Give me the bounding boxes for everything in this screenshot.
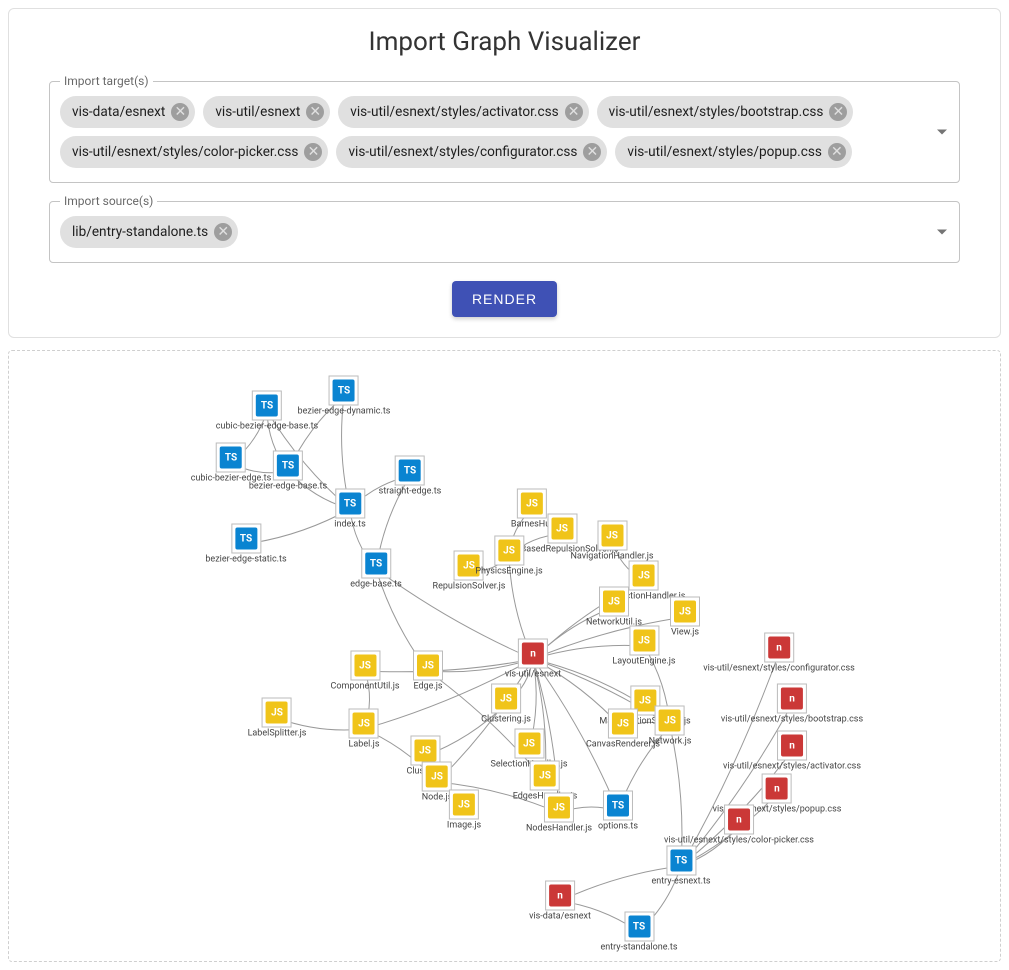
targets-legend: Import target(s) bbox=[60, 74, 153, 88]
chip[interactable]: vis-util/esnext/styles/color-picker.css ✕ bbox=[60, 136, 328, 168]
graph-edge bbox=[231, 463, 288, 473]
control-card: Import Graph Visualizer Import target(s)… bbox=[8, 8, 1001, 338]
graph-edge bbox=[277, 718, 364, 730]
graph-edge bbox=[681, 825, 739, 866]
graph-edge bbox=[376, 569, 533, 659]
close-icon[interactable]: ✕ bbox=[171, 103, 189, 121]
graph-edge bbox=[350, 509, 376, 569]
graph-edge bbox=[437, 782, 464, 810]
graph-edge bbox=[509, 556, 533, 659]
graph-edge bbox=[437, 659, 533, 782]
graph-edge bbox=[509, 534, 562, 556]
graph-edge bbox=[425, 704, 506, 756]
graph-edge bbox=[231, 411, 267, 463]
chip-label: vis-util/esnext/styles/activator.css bbox=[350, 104, 558, 120]
graph-canvas: TScubic-bezier-edge-base.tsTSbezier-edge… bbox=[9, 351, 1000, 961]
graph-edge bbox=[288, 396, 344, 471]
graph-edge bbox=[288, 471, 350, 509]
chip[interactable]: lib/entry-standalone.ts ✕ bbox=[60, 216, 238, 248]
graph-edge bbox=[376, 569, 428, 671]
graph-edge bbox=[267, 411, 288, 471]
graph-edge bbox=[364, 671, 370, 729]
sources-field[interactable]: Import source(s) lib/entry-standalone.ts… bbox=[49, 201, 960, 263]
graph-edge bbox=[639, 866, 681, 932]
graph-edge bbox=[623, 722, 670, 729]
render-button[interactable]: RENDER bbox=[452, 281, 557, 317]
chip[interactable]: vis-util/esnext/styles/activator.css ✕ bbox=[338, 96, 588, 128]
chip-label: vis-util/esnext/styles/color-picker.css bbox=[72, 144, 298, 160]
chip-label: vis-util/esnext bbox=[215, 104, 300, 120]
chip-label: vis-util/esnext/styles/configurator.css bbox=[348, 144, 577, 160]
page-title: Import Graph Visualizer bbox=[49, 27, 960, 57]
chevron-down-icon[interactable] bbox=[937, 130, 947, 135]
chip[interactable]: vis-util/esnext ✕ bbox=[203, 96, 330, 128]
chip[interactable]: vis-util/esnext/styles/popup.css ✕ bbox=[615, 136, 851, 168]
chip-label: vis-util/esnext/styles/bootstrap.css bbox=[609, 104, 824, 120]
graph-edge bbox=[376, 476, 410, 569]
graph-edge bbox=[533, 659, 670, 726]
close-icon[interactable]: ✕ bbox=[214, 223, 232, 241]
graph-edge bbox=[560, 901, 639, 932]
graph-edge bbox=[644, 646, 670, 726]
graph-edge bbox=[559, 807, 618, 813]
graph-edge bbox=[612, 541, 644, 581]
graph-edge bbox=[428, 659, 533, 672]
graph-edge bbox=[469, 556, 509, 571]
close-icon[interactable]: ✕ bbox=[565, 103, 583, 121]
targets-chips: vis-data/esnext✕vis-util/esnext✕vis-util… bbox=[60, 96, 925, 168]
graph-edge bbox=[560, 866, 681, 901]
graph-edge bbox=[533, 607, 614, 659]
graph-edge bbox=[529, 659, 536, 749]
chip[interactable]: vis-util/esnext/styles/configurator.css ✕ bbox=[336, 136, 607, 168]
sources-legend: Import source(s) bbox=[60, 194, 157, 208]
graph-edge bbox=[533, 659, 618, 811]
graph-edge bbox=[437, 782, 559, 813]
graph-edge bbox=[670, 726, 682, 866]
chip[interactable]: vis-util/esnext/styles/bootstrap.css ✕ bbox=[597, 96, 854, 128]
close-icon[interactable]: ✕ bbox=[304, 143, 322, 161]
chip-label: lib/entry-standalone.ts bbox=[72, 224, 208, 240]
graph-edge bbox=[618, 726, 670, 811]
graph-edge bbox=[681, 751, 792, 866]
graph-edge bbox=[364, 659, 533, 729]
graph-edge bbox=[267, 411, 350, 509]
sources-chips: lib/entry-standalone.ts ✕ bbox=[60, 216, 925, 248]
close-icon[interactable]: ✕ bbox=[583, 143, 601, 161]
graph-edge bbox=[533, 659, 559, 813]
graph-edge bbox=[681, 653, 779, 866]
close-icon[interactable]: ✕ bbox=[828, 143, 846, 161]
close-icon[interactable]: ✕ bbox=[829, 103, 847, 121]
graph-edge bbox=[342, 396, 350, 509]
chip[interactable]: vis-data/esnext ✕ bbox=[60, 96, 195, 128]
graph-edge bbox=[246, 509, 350, 544]
targets-field[interactable]: Import target(s) vis-data/esnext✕vis-uti… bbox=[49, 81, 960, 183]
graph-edge bbox=[533, 659, 623, 729]
chip-label: vis-util/esnext/styles/popup.css bbox=[627, 144, 821, 160]
close-icon[interactable]: ✕ bbox=[306, 103, 324, 121]
graph-edge bbox=[509, 509, 532, 556]
graph-edge bbox=[681, 704, 792, 866]
chevron-down-icon[interactable] bbox=[937, 230, 947, 235]
graph-panel[interactable]: TScubic-bezier-edge-base.tsTSbezier-edge… bbox=[8, 350, 1001, 962]
chip-label: vis-data/esnext bbox=[72, 104, 165, 120]
